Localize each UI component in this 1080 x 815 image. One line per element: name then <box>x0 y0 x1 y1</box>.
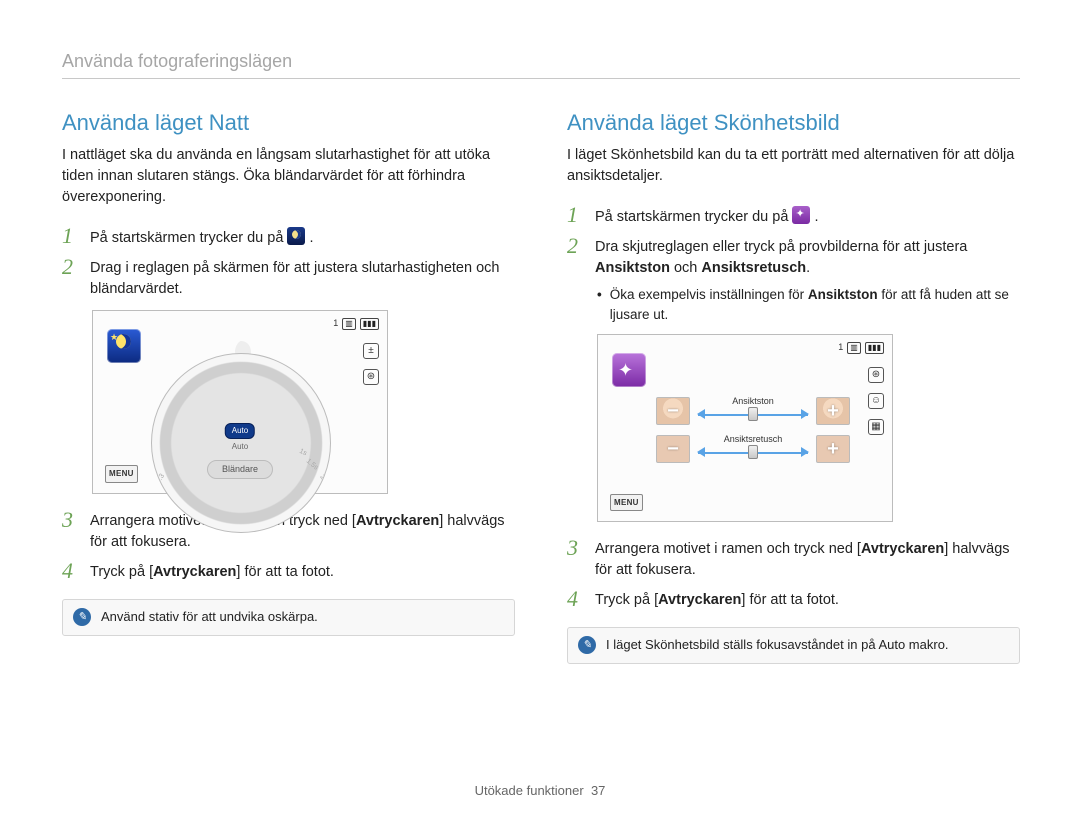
sub-bullet: • Öka exempelvis inställningen för Ansik… <box>597 285 1020 324</box>
note-text: I läget Skönhetsbild ställs fokusavstånd… <box>606 636 949 655</box>
shot-counter: 1 <box>838 341 843 354</box>
slider-knob <box>748 407 758 421</box>
thumb-plus <box>816 435 850 463</box>
beauty-sliders: Ansiktston Ansiktsretusch <box>656 397 850 473</box>
face-detect-icon: ☺ <box>868 393 884 409</box>
sd-icon: ▥ <box>342 318 356 330</box>
step-number: 4 <box>567 587 585 611</box>
step-text: På startskärmen trycker du på <box>595 209 792 225</box>
aperture-label: Bländare <box>207 460 273 479</box>
step-body: Arrangera motivet i ramen och tryck ned … <box>90 508 515 553</box>
step-number: 1 <box>567 203 585 228</box>
screenshot-beauty: 1 ▥ ▮▮▮ ⊛ ☺ ▦ Ansiktston <box>597 334 893 522</box>
slider-face-retouch: Ansiktsretusch <box>656 435 850 463</box>
step-1-right: 1 På startskärmen trycker du på . <box>567 203 1020 228</box>
tick: 2s <box>316 473 329 485</box>
note-box-left: ✎ Använd stativ för att undvika oskärpa. <box>62 599 515 636</box>
battery-icon: ▮▮▮ <box>865 342 884 354</box>
step-suffix: . <box>814 209 818 225</box>
slider-track: Ansiktston <box>698 397 808 425</box>
note-box-right: ✎ I läget Skönhetsbild ställs fokusavstå… <box>567 627 1020 664</box>
step-number: 3 <box>62 508 80 553</box>
status-icons: 1 ▥ ▮▮▮ <box>838 341 884 354</box>
step-body: Arrangera motivet i ramen och tryck ned … <box>595 536 1020 581</box>
intro-night: I nattläget ska du använda en långsam sl… <box>62 145 515 208</box>
page-footer: Utökade funktioner 37 <box>0 782 1080 801</box>
step-number: 2 <box>567 234 585 279</box>
step-number: 4 <box>62 559 80 583</box>
step-3-right: 3 Arrangera motivet i ramen och tryck ne… <box>567 536 1020 581</box>
side-icons: ⊛ ☺ ▦ <box>868 367 884 435</box>
step-number: 3 <box>567 536 585 581</box>
step-body: Drag i reglagen på skärmen för att juste… <box>90 255 515 300</box>
left-column: Använda läget Natt I nattläget ska du an… <box>62 107 515 664</box>
right-column: Använda läget Skönhetsbild I läget Skönh… <box>567 107 1020 664</box>
step-body: Tryck på [Avtryckaren] för att ta fotot. <box>595 587 1020 611</box>
note-icon: ✎ <box>578 636 596 654</box>
mode-badge-night <box>107 329 141 363</box>
menu-button: MENU <box>610 494 643 512</box>
content-columns: Använda läget Natt I nattläget ska du an… <box>62 107 1020 664</box>
step-4-left: 4 Tryck på [Avtryckaren] för att ta foto… <box>62 559 515 583</box>
footer-label: Utökade funktioner <box>475 783 584 798</box>
thumb-minus <box>656 435 690 463</box>
section-title-night: Använda läget Natt <box>62 107 515 139</box>
shot-counter: 1 <box>333 317 338 330</box>
tick: 3.3 <box>154 472 168 486</box>
night-mode-icon <box>287 227 305 245</box>
note-icon: ✎ <box>73 608 91 626</box>
exposure-icon: ± <box>363 343 379 359</box>
slider-track: Ansiktsretusch <box>698 435 808 463</box>
flash-icon: ⊛ <box>868 367 884 383</box>
screenshot-night: 1 ▥ ▮▮▮ ± ⊛ Slutarhastighet 1s 1.5s 2s 3… <box>92 310 388 494</box>
sub-bullet-text: Öka exempelvis inställningen för Ansikts… <box>610 285 1020 324</box>
step-4-right: 4 Tryck på [Avtryckaren] för att ta foto… <box>567 587 1020 611</box>
status-icons: 1 ▥ ▮▮▮ <box>333 317 379 330</box>
step-text: På startskärmen trycker du på <box>90 230 287 246</box>
thumb-minus <box>656 397 690 425</box>
slider-face-tone: Ansiktston <box>656 397 850 425</box>
note-text: Använd stativ för att undvika oskärpa. <box>101 608 318 627</box>
slider-knob <box>748 445 758 459</box>
battery-icon: ▮▮▮ <box>360 318 379 330</box>
thumb-plus <box>816 397 850 425</box>
tick: 1.5s <box>303 457 320 473</box>
side-icons: ± ⊛ <box>363 343 379 385</box>
sd-icon: ▥ <box>847 342 861 354</box>
chapter-header: Använda fotograferingslägen <box>62 48 1020 74</box>
step-number: 2 <box>62 255 80 300</box>
step-body: På startskärmen trycker du på . <box>595 203 1020 228</box>
intro-beauty: I läget Skönhetsbild kan du ta ett portr… <box>567 145 1020 187</box>
res-icon: ▦ <box>868 419 884 435</box>
footer-page: 37 <box>591 783 605 798</box>
step-body: Dra skjutreglagen eller tryck på provbil… <box>595 234 1020 279</box>
flash-icon: ⊛ <box>363 369 379 385</box>
menu-button: MENU <box>105 465 138 483</box>
section-title-beauty: Använda läget Skönhetsbild <box>567 107 1020 139</box>
bullet-dot: • <box>597 285 602 324</box>
step-body: På startskärmen trycker du på . <box>90 224 515 249</box>
tick: 1s <box>297 447 308 459</box>
step-number: 1 <box>62 224 80 249</box>
step-suffix: . <box>309 230 313 246</box>
header-rule <box>62 78 1020 79</box>
step-1-left: 1 På startskärmen trycker du på . <box>62 224 515 249</box>
auto-pill: Auto <box>225 423 255 439</box>
step-body: Tryck på [Avtryckaren] för att ta fotot. <box>90 559 515 583</box>
beauty-mode-icon <box>792 206 810 224</box>
tick: 3s <box>320 488 331 498</box>
mode-badge-beauty <box>612 353 646 387</box>
step-2-left: 2 Drag i reglagen på skärmen för att jus… <box>62 255 515 300</box>
auto-mid: Auto <box>232 441 248 453</box>
step-2-right: 2 Dra skjutreglagen eller tryck på provb… <box>567 234 1020 279</box>
